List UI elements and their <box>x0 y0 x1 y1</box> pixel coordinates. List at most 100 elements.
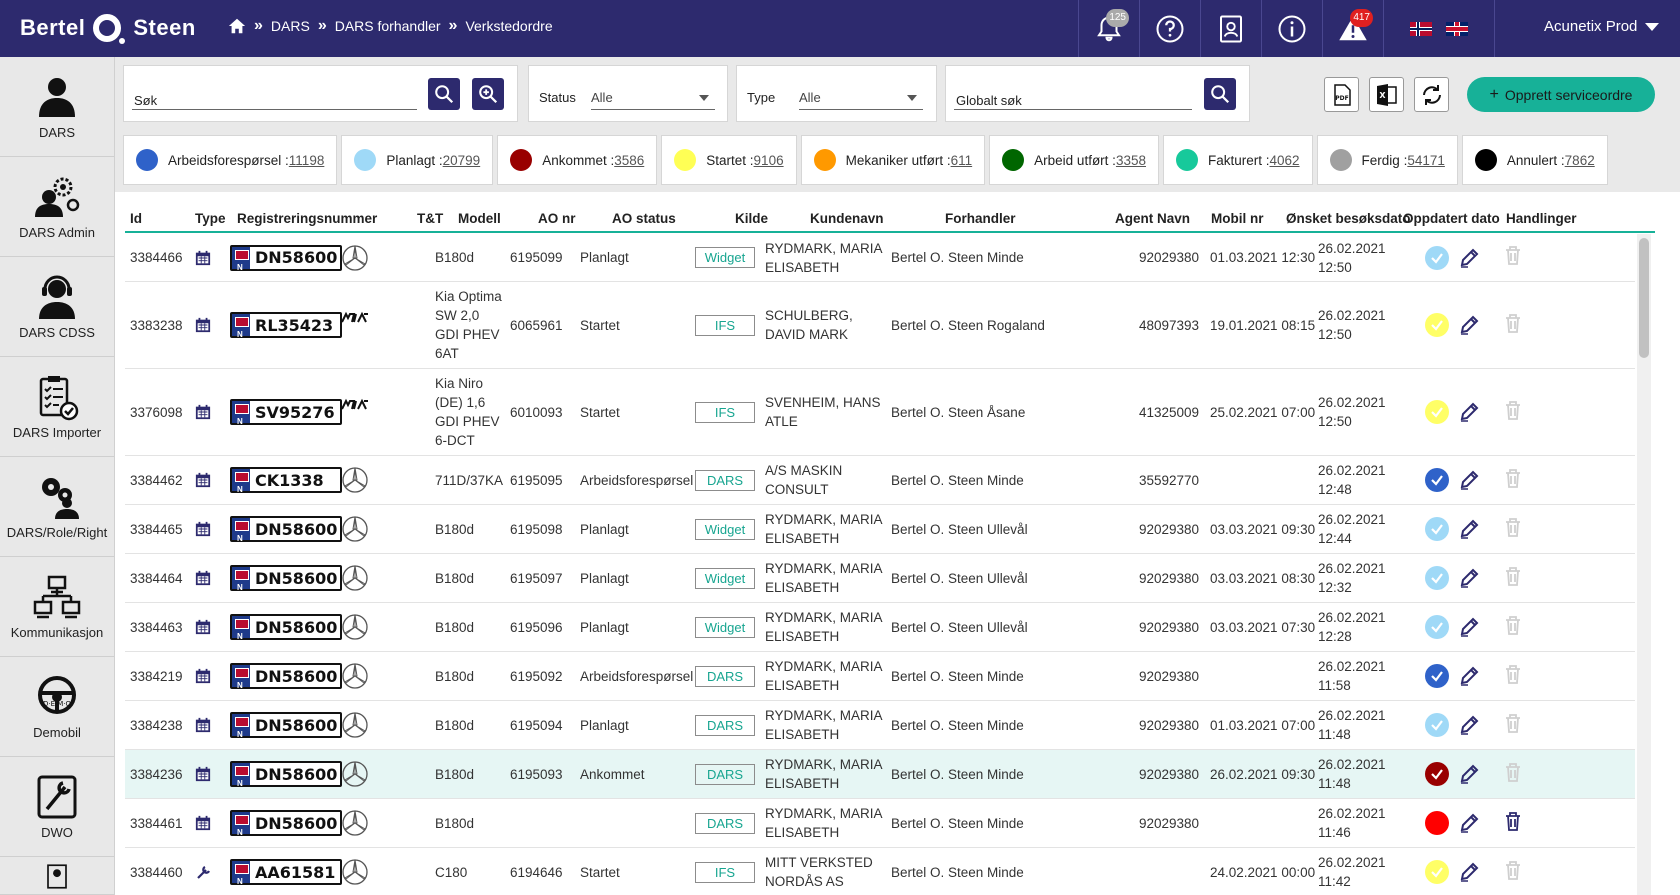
order-id[interactable]: 3384219 <box>130 652 183 700</box>
delete-button[interactable] <box>1502 701 1524 749</box>
status-chip[interactable]: Arbeid utført :3358 <box>989 135 1159 185</box>
delete-button[interactable] <box>1502 799 1524 847</box>
order-id[interactable]: 3384463 <box>130 603 183 651</box>
table-row[interactable]: 3384219 DN58600 B180d 6195092 Arbeidsforespø… <box>125 652 1635 701</box>
scrollbar-thumb[interactable] <box>1639 238 1649 358</box>
status-indicator[interactable] <box>1425 603 1449 651</box>
status-indicator[interactable] <box>1425 750 1449 798</box>
delete-button[interactable] <box>1502 848 1524 895</box>
help-button[interactable] <box>1139 0 1200 57</box>
delete-button[interactable] <box>1502 234 1524 281</box>
delete-button[interactable] <box>1502 554 1524 602</box>
col-id[interactable]: Id <box>130 211 142 226</box>
edit-button[interactable] <box>1458 701 1480 749</box>
sidebar-item-dwo[interactable]: DWO <box>0 757 114 857</box>
sidebar-item-kommunikasjon[interactable]: Kommunikasjon <box>0 557 114 657</box>
sidebar-item-demobil[interactable]: D·E·M·O Demobil <box>0 657 114 757</box>
status-indicator[interactable] <box>1425 701 1449 749</box>
edit-button[interactable] <box>1458 652 1480 700</box>
refresh-button[interactable] <box>1414 77 1449 112</box>
sidebar-item-dars[interactable]: DARS <box>0 57 114 157</box>
edit-button[interactable] <box>1458 603 1480 651</box>
col-reg[interactable]: Registreringsnummer <box>237 211 377 226</box>
status-chip[interactable]: Arbeidsforespørsel :11198 <box>123 135 338 185</box>
delete-button[interactable] <box>1502 750 1524 798</box>
breadcrumb-dealer[interactable]: DARS forhandler <box>335 18 441 34</box>
status-indicator[interactable] <box>1425 554 1449 602</box>
order-id[interactable]: 3384465 <box>130 505 183 553</box>
sidebar-item-dars-role-right[interactable]: DARS/Role/Right <box>0 457 114 557</box>
col-wish-date[interactable]: Ønsket besøksdato <box>1286 211 1411 226</box>
delete-button[interactable] <box>1502 652 1524 700</box>
edit-button[interactable] <box>1458 554 1480 602</box>
table-row[interactable]: 3384460 AA61581 C180 6194646 Startet IFS MITT … <box>125 848 1635 895</box>
table-scrollbar[interactable] <box>1637 234 1651 895</box>
table-row[interactable]: 3384462 CK1338 711D/37KA 6195095 Arbeidsfore… <box>125 456 1635 505</box>
search-input[interactable]: Søk <box>134 93 157 108</box>
status-indicator[interactable] <box>1425 282 1449 368</box>
export-pdf-button[interactable]: PDF <box>1324 77 1359 112</box>
status-indicator[interactable] <box>1425 799 1449 847</box>
status-chip[interactable]: Ankommet :3586 <box>497 135 658 185</box>
status-indicator[interactable] <box>1425 456 1449 504</box>
table-row[interactable]: 3384466 DN58600 B180d 6195099 Planlagt Widget… <box>125 234 1635 282</box>
order-id[interactable]: 3383238 <box>130 282 183 368</box>
notifications-button[interactable]: 125 <box>1078 0 1139 57</box>
global-search-input[interactable]: Globalt søk <box>956 93 1022 108</box>
status-indicator[interactable] <box>1425 652 1449 700</box>
order-id[interactable]: 3384461 <box>130 799 183 847</box>
table-row[interactable]: 3384463 DN58600 B180d 6195096 Planlagt Widget… <box>125 603 1635 652</box>
edit-button[interactable] <box>1458 456 1480 504</box>
edit-button[interactable] <box>1458 505 1480 553</box>
sidebar-item-dars-admin[interactable]: DARS Admin <box>0 157 114 257</box>
col-agent[interactable]: Agent Navn <box>1115 211 1190 226</box>
table-row[interactable]: 3384238 DN58600 B180d 6195094 Planlagt DARS RY… <box>125 701 1635 750</box>
norwegian-flag-icon[interactable] <box>1410 21 1432 36</box>
alerts-button[interactable]: 417 <box>1322 0 1383 57</box>
user-menu[interactable]: Acunetix Prod <box>1544 18 1660 35</box>
col-source[interactable]: Kilde <box>735 211 768 226</box>
table-row[interactable]: 3384236 DN58600 B180d 6195093 Ankommet DARS RY… <box>125 750 1635 799</box>
status-chip[interactable]: Ferdig :54171 <box>1316 135 1458 185</box>
edit-button[interactable] <box>1458 799 1480 847</box>
table-row[interactable]: 3384464 DN58600 B180d 6195097 Planlagt Widget… <box>125 554 1635 603</box>
order-id[interactable]: 3384466 <box>130 234 183 281</box>
col-ao-status[interactable]: AO status <box>612 211 676 226</box>
col-model[interactable]: Modell <box>458 211 501 226</box>
search-button[interactable] <box>428 78 460 110</box>
col-dealer[interactable]: Forhandler <box>945 211 1016 226</box>
order-id[interactable]: 3384464 <box>130 554 183 602</box>
type-select[interactable]: Alle <box>799 90 821 105</box>
table-row[interactable]: 3384461 DN58600 B180d DARS RYDMARK, MARIA ELI… <box>125 799 1635 848</box>
edit-button[interactable] <box>1458 234 1480 281</box>
delete-button[interactable] <box>1502 505 1524 553</box>
order-id[interactable]: 3376098 <box>130 369 183 455</box>
sidebar-item-dars-importer[interactable]: DARS Importer <box>0 357 114 457</box>
sidebar-item-settings[interactable] <box>0 857 114 895</box>
breadcrumb-dars[interactable]: DARS <box>271 18 310 34</box>
info-button[interactable] <box>1261 0 1322 57</box>
status-indicator[interactable] <box>1425 234 1449 281</box>
english-flag-icon[interactable] <box>1446 21 1468 36</box>
delete-button[interactable] <box>1502 603 1524 651</box>
status-indicator[interactable] <box>1425 369 1449 455</box>
edit-button[interactable] <box>1458 282 1480 368</box>
global-search-button[interactable] <box>1204 78 1236 110</box>
status-filter[interactable]: Status Alle <box>528 65 728 122</box>
delete-button[interactable] <box>1502 282 1524 368</box>
order-id[interactable]: 3384236 <box>130 750 183 798</box>
contact-button[interactable] <box>1200 0 1261 57</box>
company-logo[interactable]: Bertel Steen <box>20 13 196 44</box>
edit-button[interactable] <box>1458 750 1480 798</box>
edit-button[interactable] <box>1458 369 1480 455</box>
export-excel-button[interactable]: X <box>1369 77 1404 112</box>
status-chip[interactable]: Annulert :7862 <box>1461 135 1608 185</box>
col-type[interactable]: Type <box>195 211 226 226</box>
col-tt[interactable]: T&T <box>417 211 443 226</box>
col-customer[interactable]: Kundenavn <box>810 211 884 226</box>
status-chip[interactable]: Planlagt :20799 <box>341 135 494 185</box>
advanced-search-button[interactable] <box>472 78 504 110</box>
breadcrumb-workshop-order[interactable]: Verkstedordre <box>465 18 552 34</box>
type-filter[interactable]: Type Alle <box>736 65 937 122</box>
table-row[interactable]: 3383238 RL35423 Kia Optima SW 2,0 GDI PHEV 6A… <box>125 282 1635 369</box>
